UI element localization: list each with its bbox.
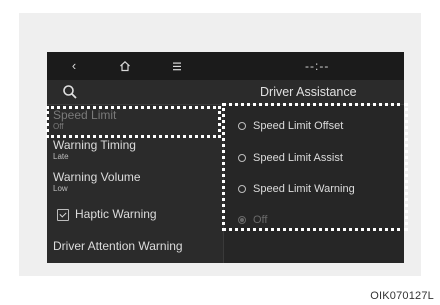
driver-attention-warning-item[interactable]: Driver Attention Warning xyxy=(53,239,183,253)
search-icon[interactable] xyxy=(61,83,79,101)
figure-code: OIK070127L xyxy=(370,290,434,302)
warning-volume-label: Warning Volume xyxy=(53,170,141,184)
haptic-warning-item[interactable]: Haptic Warning xyxy=(75,207,157,221)
back-icon[interactable]: ‹ xyxy=(67,52,81,80)
top-bar: ‹ --:-- xyxy=(47,52,404,80)
warning-timing-value: Late xyxy=(53,152,69,161)
header-bar: Driver Assistance xyxy=(47,80,404,105)
warning-volume-item[interactable]: Warning Volume Low xyxy=(53,170,141,194)
clock: --:-- xyxy=(305,59,330,73)
page-title: Driver Assistance xyxy=(260,85,357,99)
driver-attention-warning-label: Driver Attention Warning xyxy=(53,239,183,253)
menu-icon[interactable] xyxy=(172,62,182,71)
warning-timing-item[interactable]: Warning Timing Late xyxy=(53,138,136,162)
warning-volume-value: Low xyxy=(53,184,68,193)
haptic-warning-checkbox[interactable] xyxy=(57,209,69,221)
warning-timing-label: Warning Timing xyxy=(53,138,136,152)
haptic-warning-label: Haptic Warning xyxy=(75,207,157,221)
highlight-speed-limit xyxy=(46,106,221,138)
highlight-options xyxy=(222,103,408,231)
home-icon[interactable] xyxy=(119,60,131,72)
